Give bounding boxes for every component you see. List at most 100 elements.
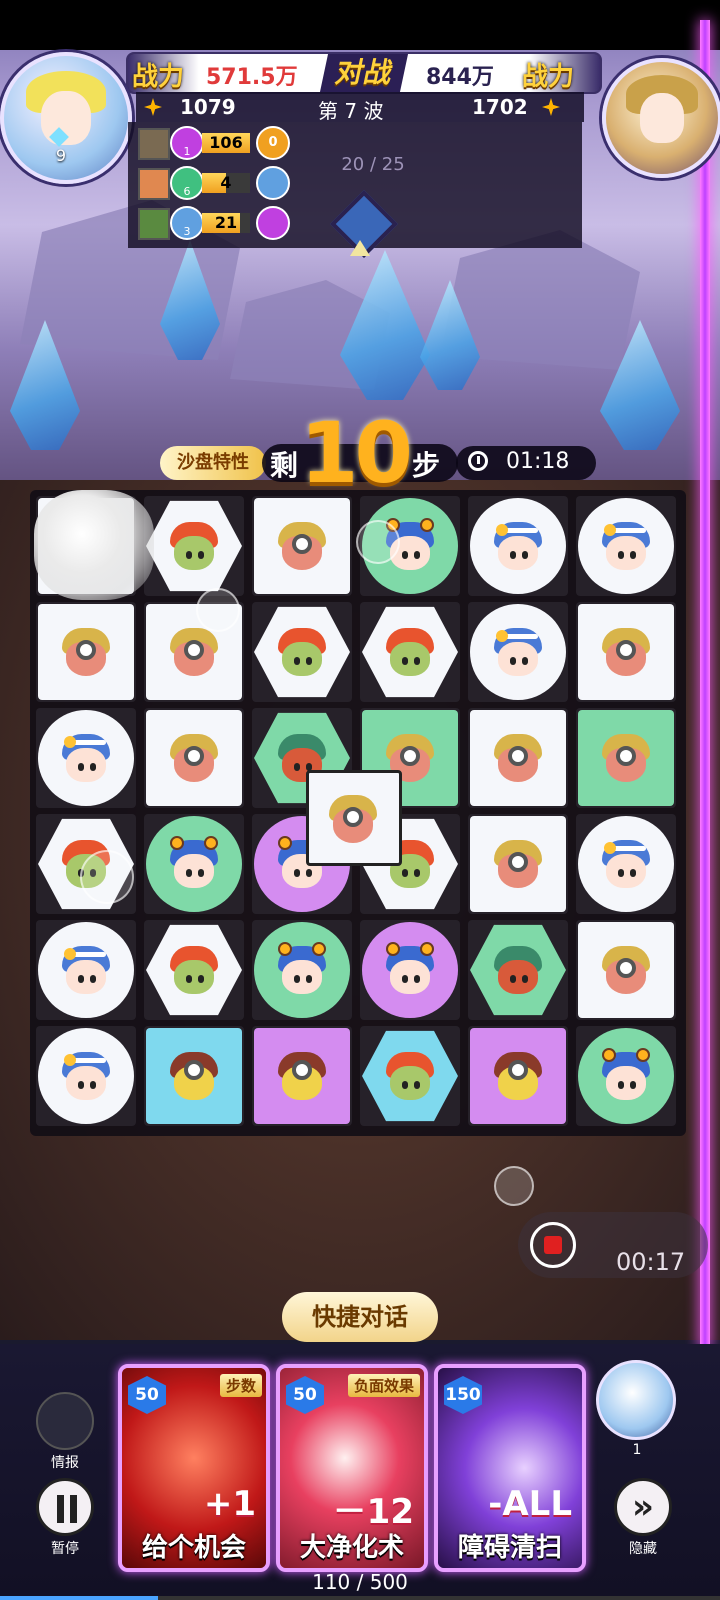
girl-tile[interactable] <box>38 710 134 806</box>
board-cell[interactable] <box>576 814 676 914</box>
board-cell[interactable] <box>144 814 244 914</box>
board-cell[interactable] <box>576 602 676 702</box>
minion-tile[interactable] <box>470 710 566 806</box>
minion-face-icon <box>492 836 544 892</box>
board-cell[interactable] <box>468 1026 568 1126</box>
board-cell[interactable] <box>576 496 676 596</box>
steps-remaining: 10 <box>300 404 413 502</box>
board-cell[interactable] <box>36 920 136 1020</box>
goblin-face-icon <box>384 624 436 680</box>
board-cell[interactable] <box>468 920 568 1020</box>
pause-button[interactable]: 暂停 <box>34 1478 96 1558</box>
goblin-tile[interactable] <box>362 606 458 698</box>
board-cell[interactable] <box>468 602 568 702</box>
team-row-2: 6 4 <box>138 166 290 200</box>
girl-face-icon <box>492 624 544 680</box>
skill-card-2[interactable]: 50 负面效果 －12 大净化术 <box>276 1364 428 1572</box>
board-cell[interactable] <box>252 1026 352 1126</box>
energy-counter: 110 / 500 <box>312 1570 408 1594</box>
enemy-avatar[interactable] <box>602 58 720 178</box>
girl-tile[interactable] <box>470 604 566 700</box>
boy-face-icon <box>384 942 436 998</box>
girl-tile[interactable] <box>578 498 674 594</box>
skill-card-3[interactable]: 150 -ALL 障碍清扫 <box>434 1364 586 1572</box>
alarm-clock-icon <box>468 451 488 471</box>
brute-tile[interactable] <box>146 1028 242 1124</box>
enemy-score-icon <box>542 98 560 116</box>
helper-portrait <box>596 1360 676 1440</box>
girl-tile[interactable] <box>38 922 134 1018</box>
effect-beam <box>700 20 710 1350</box>
board-cell[interactable] <box>576 1026 676 1126</box>
minion-tile[interactable] <box>470 816 566 912</box>
board-cell[interactable] <box>360 602 460 702</box>
board-cell[interactable] <box>468 814 568 914</box>
power-compare-bar: 战力 571.5万 对战 844万 战力 <box>126 52 602 94</box>
girl-face-icon <box>600 836 652 892</box>
boy-tile[interactable] <box>578 1028 674 1124</box>
board-cell[interactable] <box>144 496 244 596</box>
bubble-effect <box>494 1166 534 1206</box>
boy-tile[interactable] <box>362 922 458 1018</box>
board-cell[interactable] <box>252 920 352 1020</box>
goblin-tile[interactable] <box>146 924 242 1016</box>
minion-tile[interactable] <box>578 604 674 700</box>
minion-face-icon <box>600 624 652 680</box>
brute-tile[interactable] <box>254 1028 350 1124</box>
boy-tile[interactable] <box>146 816 242 912</box>
board-cell[interactable] <box>468 496 568 596</box>
quick-chat-button[interactable]: 快捷对话 <box>282 1292 438 1342</box>
goblin-face-icon <box>384 1048 436 1104</box>
dragged-tile[interactable] <box>306 770 402 866</box>
player-level: 9 <box>55 146 67 165</box>
board-cell[interactable] <box>144 1026 244 1126</box>
board-cell[interactable] <box>360 1026 460 1126</box>
girl-face-icon <box>492 518 544 574</box>
board-cell[interactable] <box>252 496 352 596</box>
player-power-value: 571.5万 <box>206 65 298 90</box>
goblin-tile[interactable] <box>146 500 242 592</box>
girl-tile[interactable] <box>470 498 566 594</box>
brute-tile[interactable] <box>470 1028 566 1124</box>
minion-face-icon <box>276 518 328 574</box>
girl-tile[interactable] <box>578 816 674 912</box>
brute-face-icon <box>492 1048 544 1104</box>
goblin-face-icon <box>276 624 328 680</box>
board-cell[interactable] <box>360 920 460 1020</box>
minion-tile[interactable] <box>578 710 674 806</box>
hide-button[interactable]: » 隐藏 <box>612 1478 674 1558</box>
orc-face-icon <box>492 942 544 998</box>
bubble-effect <box>356 520 400 564</box>
girl-face-icon <box>600 518 652 574</box>
player-score-icon <box>144 98 162 116</box>
goblin-tile[interactable] <box>362 1030 458 1122</box>
board-cell[interactable] <box>144 920 244 1020</box>
board-cell[interactable] <box>576 708 676 808</box>
minion-face-icon <box>492 730 544 786</box>
minion-face-icon <box>168 624 220 680</box>
minion-tile[interactable] <box>254 498 350 594</box>
minion-tile[interactable] <box>578 922 674 1018</box>
helper-avatar[interactable]: 1 <box>596 1360 676 1458</box>
player-power-label: 战力 <box>132 62 185 92</box>
girl-tile[interactable] <box>38 1028 134 1124</box>
steps-prefix: 剩 <box>270 449 299 482</box>
board-cell[interactable] <box>576 920 676 1020</box>
sandbox-trait-button[interactable]: 沙盘特性 <box>160 446 266 480</box>
board-cell[interactable] <box>468 708 568 808</box>
board-cell[interactable] <box>144 708 244 808</box>
hero-portrait <box>138 168 170 200</box>
board-cell[interactable] <box>252 602 352 702</box>
board-cell[interactable] <box>36 602 136 702</box>
goblin-tile[interactable] <box>254 606 350 698</box>
skill-card-1[interactable]: 50 步数 +1 给个机会 <box>118 1364 270 1572</box>
boy-tile[interactable] <box>254 922 350 1018</box>
score-wave-bar: 1079 第 7 波 1702 <box>136 92 584 123</box>
minion-tile[interactable] <box>38 604 134 700</box>
board-cell[interactable] <box>36 708 136 808</box>
orc-tile[interactable] <box>470 924 566 1016</box>
minion-tile[interactable] <box>146 710 242 806</box>
info-button[interactable]: 情报 <box>34 1392 96 1472</box>
count-value: 4 <box>220 173 232 192</box>
board-cell[interactable] <box>36 1026 136 1126</box>
